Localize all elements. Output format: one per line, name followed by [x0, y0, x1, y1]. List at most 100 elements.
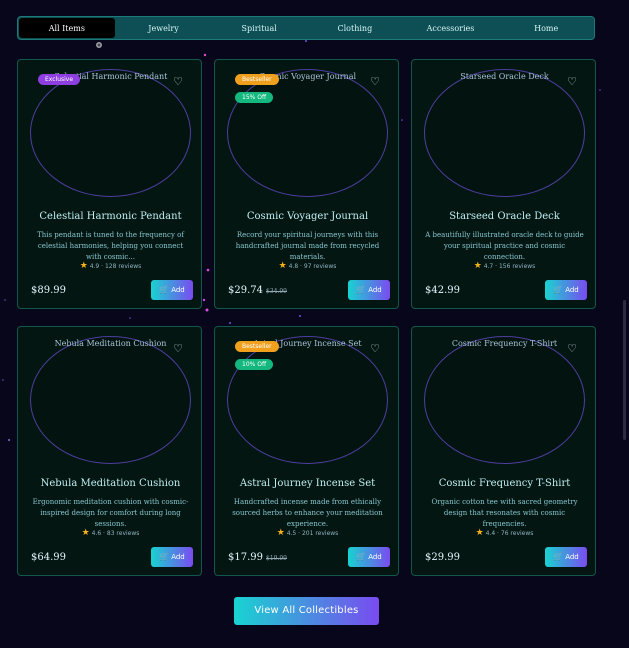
- review-count: 156 reviews: [498, 263, 536, 270]
- tab-spiritual[interactable]: Spiritual: [211, 17, 307, 39]
- category-tabs: All Items Jewelry Spiritual Clothing Acc…: [17, 16, 595, 40]
- cart-icon: 🛒: [356, 285, 367, 294]
- cart-icon: 🛒: [356, 552, 367, 561]
- tab-jewelry[interactable]: Jewelry: [116, 17, 212, 39]
- product-title[interactable]: Cosmic Voyager Journal: [215, 211, 398, 222]
- product-rating: ★ 4.7 · 156 reviews: [473, 261, 536, 271]
- image-placeholder: [30, 69, 191, 197]
- tab-all-items[interactable]: All Items: [19, 18, 115, 38]
- add-to-cart-button[interactable]: 🛒 Add: [151, 280, 193, 300]
- product-card[interactable]: Celestial Harmonic Pendant Exclusive ♡ C…: [17, 59, 202, 309]
- image-placeholder: [424, 69, 585, 197]
- add-label: Add: [368, 286, 382, 294]
- product-card[interactable]: Cosmic Frequency T-Shirt ♡ Cosmic Freque…: [411, 326, 596, 576]
- product-rating: ★ 4.5 · 201 reviews: [276, 528, 339, 538]
- bestseller-badge: Bestseller: [235, 74, 279, 85]
- product-rating: ★ 4.9 · 128 reviews: [79, 261, 142, 271]
- product-price: $29.99: [425, 552, 460, 563]
- cart-icon: 🛒: [553, 552, 564, 561]
- product-price: $89.99: [31, 285, 66, 296]
- heart-icon[interactable]: ♡: [370, 343, 380, 354]
- rating-value: 4.8: [288, 263, 299, 270]
- cart-icon: 🛒: [553, 285, 564, 294]
- product-rating: ★ 4.8 · 97 reviews: [278, 261, 337, 271]
- review-count: 201 reviews: [301, 530, 339, 537]
- discount-badge: 10% Off: [235, 359, 274, 370]
- rating-value: 4.5: [286, 530, 297, 537]
- cart-icon: 🛒: [159, 552, 170, 561]
- star-icon: ★: [81, 528, 90, 538]
- product-price: $17.99 $19.99: [228, 552, 287, 563]
- product-description: This pendant is tuned to the frequency o…: [37, 231, 184, 261]
- add-label: Add: [368, 553, 382, 561]
- tab-accessories[interactable]: Accessories: [403, 17, 499, 39]
- tab-clothing[interactable]: Clothing: [307, 17, 403, 39]
- rating-value: 4.9: [89, 263, 100, 270]
- image-placeholder: [227, 69, 388, 197]
- add-to-cart-button[interactable]: 🛒 Add: [348, 547, 390, 567]
- product-price: $29.74 $34.99: [228, 285, 287, 296]
- heart-icon[interactable]: ♡: [173, 76, 183, 87]
- star-icon: ★: [473, 261, 482, 271]
- scrollbar[interactable]: [623, 300, 626, 440]
- current-price: $42.99: [425, 285, 460, 296]
- product-title[interactable]: Nebula Meditation Cushion: [18, 478, 201, 489]
- product-title[interactable]: Starseed Oracle Deck: [412, 211, 595, 222]
- product-description: Ergonomic meditation cushion with cosmic…: [32, 498, 189, 528]
- image-placeholder: [227, 336, 388, 464]
- product-description: Organic cotton tee with sacred geometry …: [431, 498, 578, 528]
- image-placeholder: [424, 336, 585, 464]
- product-rating: ★ 4.4 · 76 reviews: [475, 528, 534, 538]
- product-card[interactable]: Nebula Meditation Cushion ♡ Nebula Medit…: [17, 326, 202, 576]
- original-price: $34.99: [266, 288, 287, 295]
- discount-badge: 15% Off: [235, 92, 274, 103]
- product-description: Handcrafted incense made from ethically …: [232, 498, 383, 528]
- product-description: A beautifully illustrated oracle deck to…: [425, 231, 584, 261]
- product-price: $42.99: [425, 285, 460, 296]
- product-card[interactable]: Astral Journey Incense Set Bestseller 10…: [214, 326, 399, 576]
- add-to-cart-button[interactable]: 🛒 Add: [348, 280, 390, 300]
- heart-icon[interactable]: ♡: [173, 343, 183, 354]
- rating-value: 4.7: [483, 263, 494, 270]
- product-card[interactable]: Starseed Oracle Deck ♡ Starseed Oracle D…: [411, 59, 596, 309]
- rating-value: 4.4: [485, 530, 496, 537]
- view-all-collectibles-button[interactable]: View All Collectibles: [234, 597, 379, 625]
- tab-home[interactable]: Home: [498, 17, 594, 39]
- add-label: Add: [565, 286, 579, 294]
- add-label: Add: [171, 553, 185, 561]
- add-to-cart-button[interactable]: 🛒 Add: [151, 547, 193, 567]
- exclusive-badge: Exclusive: [38, 74, 81, 85]
- current-price: $64.99: [31, 552, 66, 563]
- star-icon: ★: [79, 261, 88, 271]
- add-to-cart-button[interactable]: 🛒 Add: [545, 547, 587, 567]
- add-label: Add: [565, 553, 579, 561]
- current-price: $29.74: [228, 285, 263, 296]
- cart-icon: 🛒: [159, 285, 170, 294]
- heart-icon[interactable]: ♡: [370, 76, 380, 87]
- review-count: 76 reviews: [500, 530, 534, 537]
- add-label: Add: [171, 286, 185, 294]
- review-count: 83 reviews: [106, 530, 140, 537]
- product-title[interactable]: Celestial Harmonic Pendant: [18, 211, 201, 222]
- product-price: $64.99: [31, 552, 66, 563]
- heart-icon[interactable]: ♡: [567, 343, 577, 354]
- current-price: $17.99: [228, 552, 263, 563]
- rating-value: 4.6: [91, 530, 102, 537]
- product-title[interactable]: Cosmic Frequency T-Shirt: [412, 478, 595, 489]
- current-price: $89.99: [31, 285, 66, 296]
- star-icon: ★: [276, 528, 285, 538]
- product-title[interactable]: Astral Journey Incense Set: [215, 478, 398, 489]
- review-count: 128 reviews: [104, 263, 142, 270]
- bestseller-badge: Bestseller: [235, 341, 279, 352]
- original-price: $19.99: [266, 555, 287, 562]
- heart-icon[interactable]: ♡: [567, 76, 577, 87]
- product-card[interactable]: Cosmic Voyager Journal Bestseller 15% Of…: [214, 59, 399, 309]
- star-icon: ★: [475, 528, 484, 538]
- add-to-cart-button[interactable]: 🛒 Add: [545, 280, 587, 300]
- product-description: Record your spiritual journeys with this…: [235, 231, 380, 261]
- product-rating: ★ 4.6 · 83 reviews: [81, 528, 140, 538]
- review-count: 97 reviews: [303, 263, 337, 270]
- image-placeholder: [30, 336, 191, 464]
- star-icon: ★: [278, 261, 287, 271]
- current-price: $29.99: [425, 552, 460, 563]
